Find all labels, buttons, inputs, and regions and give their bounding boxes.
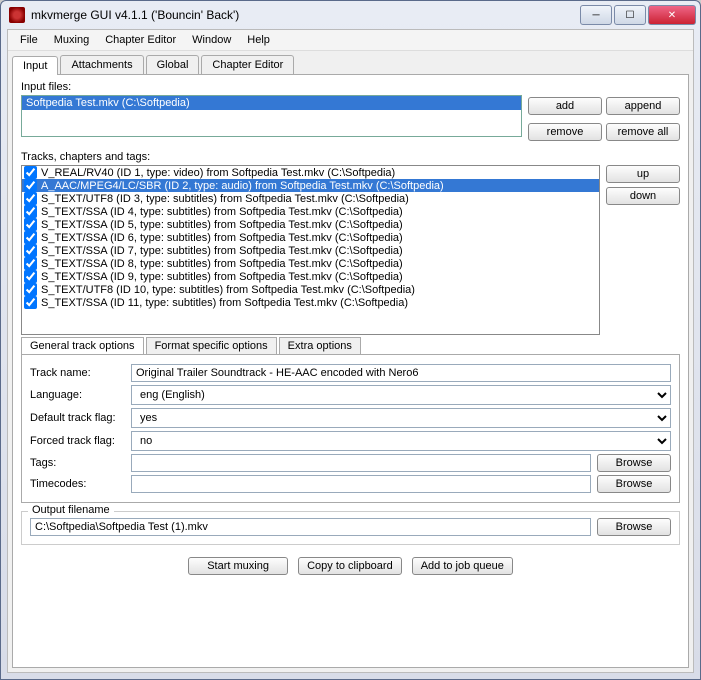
track-item-label: S_TEXT/SSA (ID 4, type: subtitles) from … — [41, 206, 403, 218]
track-name-label: Track name: — [30, 367, 125, 379]
track-checkbox[interactable] — [24, 257, 37, 270]
track-item[interactable]: S_TEXT/SSA (ID 8, type: subtitles) from … — [22, 257, 599, 270]
menu-chapter-editor[interactable]: Chapter Editor — [97, 32, 184, 48]
append-button[interactable]: append — [606, 97, 680, 115]
track-item-label: S_TEXT/UTF8 (ID 3, type: subtitles) from… — [41, 193, 409, 205]
menu-file[interactable]: File — [12, 32, 46, 48]
track-checkbox[interactable] — [24, 296, 37, 309]
maximize-button[interactable]: ☐ — [614, 5, 646, 25]
track-item-label: S_TEXT/SSA (ID 6, type: subtitles) from … — [41, 232, 403, 244]
track-item-label: V_REAL/RV40 (ID 1, type: video) from Sof… — [41, 167, 395, 179]
menu-window[interactable]: Window — [184, 32, 239, 48]
forced-flag-label: Forced track flag: — [30, 435, 125, 447]
track-item[interactable]: S_TEXT/UTF8 (ID 10, type: subtitles) fro… — [22, 283, 599, 296]
tab-chapter-editor[interactable]: Chapter Editor — [201, 55, 294, 74]
track-item-label: S_TEXT/SSA (ID 7, type: subtitles) from … — [41, 245, 403, 257]
tracks-label: Tracks, chapters and tags: — [21, 151, 680, 163]
menubar: File Muxing Chapter Editor Window Help — [8, 30, 693, 51]
tab-global[interactable]: Global — [146, 55, 200, 74]
input-files-label: Input files: — [21, 81, 680, 93]
track-item[interactable]: S_TEXT/SSA (ID 6, type: subtitles) from … — [22, 231, 599, 244]
track-item-label: S_TEXT/SSA (ID 5, type: subtitles) from … — [41, 219, 403, 231]
subtab-format[interactable]: Format specific options — [146, 337, 277, 354]
remove-button[interactable]: remove — [528, 123, 602, 141]
titlebar[interactable]: mkvmerge GUI v4.1.1 ('Bouncin' Back') ─ … — [1, 1, 700, 29]
track-checkbox[interactable] — [24, 244, 37, 257]
forced-flag-select[interactable]: no — [131, 431, 671, 451]
track-option-tabs: General track options Format specific op… — [21, 337, 680, 354]
client-area: File Muxing Chapter Editor Window Help I… — [7, 29, 694, 673]
close-button[interactable]: ✕ — [648, 5, 696, 25]
output-filename-input[interactable] — [30, 518, 591, 536]
add-button[interactable]: add — [528, 97, 602, 115]
track-name-input[interactable] — [131, 364, 671, 382]
tab-input[interactable]: Input — [12, 56, 58, 75]
track-item-label: S_TEXT/SSA (ID 9, type: subtitles) from … — [41, 271, 403, 283]
track-item-label: S_TEXT/SSA (ID 8, type: subtitles) from … — [41, 258, 403, 270]
copy-clipboard-button[interactable]: Copy to clipboard — [298, 557, 402, 575]
app-window: mkvmerge GUI v4.1.1 ('Bouncin' Back') ─ … — [0, 0, 701, 680]
output-group: Output filename Browse — [21, 511, 680, 545]
track-checkbox[interactable] — [24, 205, 37, 218]
track-item[interactable]: S_TEXT/SSA (ID 7, type: subtitles) from … — [22, 244, 599, 257]
track-item[interactable]: S_TEXT/SSA (ID 4, type: subtitles) from … — [22, 205, 599, 218]
start-muxing-button[interactable]: Start muxing — [188, 557, 288, 575]
language-label: Language: — [30, 389, 125, 401]
timecodes-browse-button[interactable]: Browse — [597, 475, 671, 493]
track-checkbox[interactable] — [24, 231, 37, 244]
track-checkbox[interactable] — [24, 179, 37, 192]
track-checkbox[interactable] — [24, 270, 37, 283]
track-item[interactable]: S_TEXT/SSA (ID 9, type: subtitles) from … — [22, 270, 599, 283]
subtab-general[interactable]: General track options — [21, 337, 144, 354]
track-item[interactable]: V_REAL/RV40 (ID 1, type: video) from Sof… — [22, 166, 599, 179]
main-panel: Input files: Softpedia Test.mkv (C:\Soft… — [12, 74, 689, 668]
minimize-button[interactable]: ─ — [580, 5, 612, 25]
subtab-extra[interactable]: Extra options — [279, 337, 361, 354]
track-item[interactable]: S_TEXT/SSA (ID 5, type: subtitles) from … — [22, 218, 599, 231]
input-files-listbox[interactable]: Softpedia Test.mkv (C:\Softpedia) — [21, 95, 522, 137]
track-item[interactable]: S_TEXT/UTF8 (ID 3, type: subtitles) from… — [22, 192, 599, 205]
default-flag-label: Default track flag: — [30, 412, 125, 424]
tags-label: Tags: — [30, 457, 125, 469]
input-file-item[interactable]: Softpedia Test.mkv (C:\Softpedia) — [22, 96, 521, 110]
output-browse-button[interactable]: Browse — [597, 518, 671, 536]
default-flag-select[interactable]: yes — [131, 408, 671, 428]
track-checkbox[interactable] — [24, 166, 37, 179]
menu-muxing[interactable]: Muxing — [46, 32, 97, 48]
track-item-label: S_TEXT/SSA (ID 11, type: subtitles) from… — [41, 297, 408, 309]
main-tabset: Input Attachments Global Chapter Editor — [12, 55, 689, 74]
add-queue-button[interactable]: Add to job queue — [412, 557, 513, 575]
app-icon — [9, 7, 25, 23]
track-item-label: A_AAC/MPEG4/LC/SBR (ID 2, type: audio) f… — [41, 180, 444, 192]
timecodes-label: Timecodes: — [30, 478, 125, 490]
track-item-label: S_TEXT/UTF8 (ID 10, type: subtitles) fro… — [41, 284, 415, 296]
track-checkbox[interactable] — [24, 192, 37, 205]
tracks-listbox[interactable]: V_REAL/RV40 (ID 1, type: video) from Sof… — [21, 165, 600, 335]
output-legend: Output filename — [28, 504, 114, 516]
track-checkbox[interactable] — [24, 283, 37, 296]
timecodes-input[interactable] — [131, 475, 591, 493]
tab-attachments[interactable]: Attachments — [60, 55, 143, 74]
up-button[interactable]: up — [606, 165, 680, 183]
menu-help[interactable]: Help — [239, 32, 278, 48]
bottom-buttons: Start muxing Copy to clipboard Add to jo… — [21, 551, 680, 581]
tags-input[interactable] — [131, 454, 591, 472]
remove-all-button[interactable]: remove all — [606, 123, 680, 141]
window-title: mkvmerge GUI v4.1.1 ('Bouncin' Back') — [29, 8, 580, 22]
down-button[interactable]: down — [606, 187, 680, 205]
language-select[interactable]: eng (English) — [131, 385, 671, 405]
track-checkbox[interactable] — [24, 218, 37, 231]
tags-browse-button[interactable]: Browse — [597, 454, 671, 472]
track-item[interactable]: S_TEXT/SSA (ID 11, type: subtitles) from… — [22, 296, 599, 309]
track-options-panel: Track name: Language: eng (English) Defa… — [21, 354, 680, 503]
track-item[interactable]: A_AAC/MPEG4/LC/SBR (ID 2, type: audio) f… — [22, 179, 599, 192]
